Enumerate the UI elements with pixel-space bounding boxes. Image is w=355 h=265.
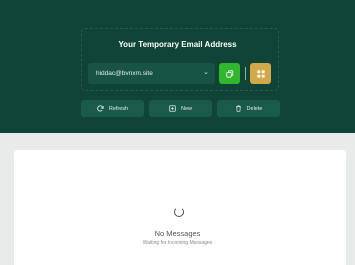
button-divider [245, 67, 246, 80]
empty-inbox-subtitle: Waiting for Incoming Messages [142, 240, 213, 246]
refresh-button[interactable]: Refresh [81, 100, 144, 117]
spinner-icon [174, 207, 184, 217]
email-address-value: hiddac@bvnxm.site [96, 70, 153, 77]
copy-icon [225, 69, 234, 78]
email-address-select[interactable]: hiddac@bvnxm.site ⌄ [88, 63, 215, 84]
email-title: Your Temporary Email Address [118, 40, 237, 49]
delete-label: Delete [246, 105, 263, 112]
copy-button[interactable] [219, 63, 240, 84]
empty-inbox-title: No Messages [154, 229, 201, 238]
qr-code-button[interactable] [250, 63, 271, 84]
plus-square-icon [169, 105, 176, 112]
refresh-icon [97, 105, 104, 112]
new-address-button[interactable]: New [149, 100, 212, 117]
refresh-label: Refresh [108, 105, 129, 112]
trash-icon [235, 105, 242, 112]
delete-button[interactable]: Delete [217, 100, 280, 117]
new-label: New [180, 105, 192, 112]
chevron-down-icon: ⌄ [203, 69, 209, 76]
qr-code-icon [256, 69, 265, 78]
